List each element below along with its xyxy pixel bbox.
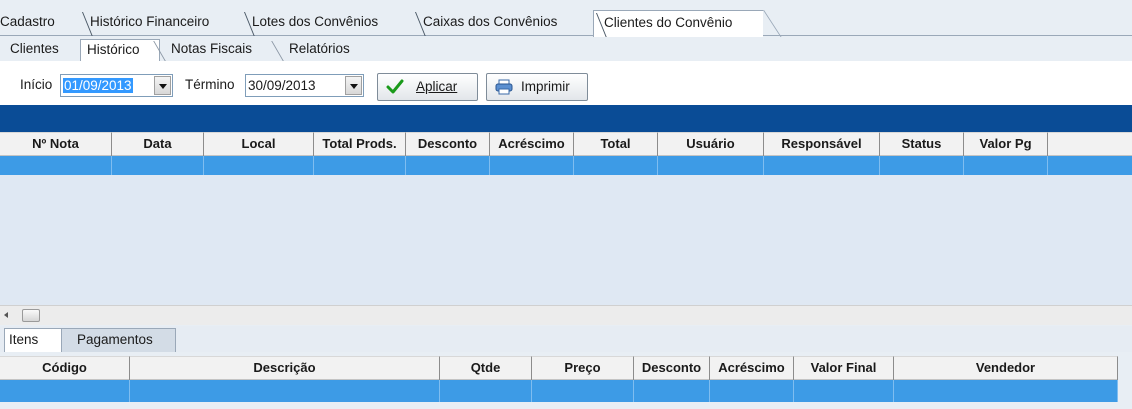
column-header[interactable]: Qtde <box>440 356 532 380</box>
table-cell[interactable] <box>964 156 1048 175</box>
tab-label: Cadastro <box>0 14 55 29</box>
subtab-separator <box>271 41 284 61</box>
tab-separator <box>80 10 90 36</box>
table-row[interactable] <box>0 380 1118 402</box>
tab-separator <box>413 10 423 36</box>
dropdown-arrow-icon[interactable] <box>154 76 171 95</box>
start-date-value: 01/09/2013 <box>63 78 133 93</box>
table-cell[interactable] <box>440 380 532 402</box>
end-date-label: Término <box>185 77 235 92</box>
table-cell[interactable] <box>794 380 894 402</box>
detail-tab-strip: Pagamentos Itens <box>0 326 1132 352</box>
table-cell[interactable] <box>634 380 710 402</box>
notes-table-header: Nº Nota Data Local Total Prods. Desconto… <box>0 132 1132 156</box>
column-header[interactable]: Código <box>0 356 130 380</box>
apply-button[interactable]: Aplicar <box>377 73 478 101</box>
column-header[interactable]: Local <box>204 132 314 156</box>
column-header[interactable]: Acréscimo <box>490 132 574 156</box>
column-header[interactable]: Desconto <box>634 356 710 380</box>
column-header[interactable]: Usuário <box>658 132 764 156</box>
subtab-label: Clientes <box>10 41 59 56</box>
column-header[interactable]: Total <box>574 132 658 156</box>
tab-separator <box>594 11 604 37</box>
subtab-notas-fiscais[interactable]: Notas Fiscais <box>153 39 253 61</box>
table-cell[interactable] <box>710 380 794 402</box>
tab-cadastro[interactable]: Cadastro <box>0 10 55 36</box>
tab-separator <box>242 10 252 36</box>
column-header[interactable]: Total Prods. <box>314 132 406 156</box>
table-cell[interactable] <box>574 156 658 175</box>
check-icon <box>386 79 404 94</box>
table-row[interactable] <box>0 156 1132 175</box>
main-tab-strip: Cadastro Histórico Financeiro Lotes dos … <box>0 10 1132 37</box>
subtab-label: Relatórios <box>289 41 350 56</box>
column-header[interactable]: Nº Nota <box>0 132 112 156</box>
table-cell[interactable] <box>490 156 574 175</box>
tab-itens[interactable]: Itens <box>4 328 62 352</box>
end-date-picker[interactable]: 30/09/2013 <box>245 74 364 97</box>
tab-edge <box>763 10 781 37</box>
subtab-relatorios[interactable]: Relatórios <box>271 39 350 61</box>
column-header[interactable]: Responsável <box>764 132 880 156</box>
column-header[interactable]: Status <box>880 132 964 156</box>
scroll-left-icon[interactable] <box>4 312 8 318</box>
start-date-label: Início <box>20 77 53 92</box>
scrollbar-thumb[interactable] <box>22 309 40 322</box>
grid-title-bar <box>0 105 1132 132</box>
table-cell[interactable] <box>204 156 314 175</box>
apply-label: Aplicar <box>416 79 458 94</box>
tab-lotes-convenios[interactable]: Lotes dos Convênios <box>242 10 378 36</box>
column-header[interactable]: Acréscimo <box>710 356 794 380</box>
table-cell[interactable] <box>764 156 880 175</box>
table-cell[interactable] <box>0 380 130 402</box>
table-cell[interactable] <box>406 156 490 175</box>
table-cell[interactable] <box>0 156 112 175</box>
table-cell[interactable] <box>658 156 764 175</box>
print-button[interactable]: Imprimir <box>486 73 588 101</box>
sub-tab-strip: Clientes Histórico Notas Fiscais Relatór… <box>0 37 1132 61</box>
table-cell[interactable] <box>532 380 634 402</box>
subtab-historico[interactable]: Histórico <box>80 39 160 61</box>
tab-label: Pagamentos <box>77 332 153 347</box>
subtab-label: Notas Fiscais <box>171 41 253 56</box>
tab-label: Histórico Financeiro <box>90 14 210 29</box>
tab-label: Clientes do Convênio <box>604 15 733 30</box>
printer-icon <box>495 79 513 95</box>
table-cell[interactable] <box>894 380 1118 402</box>
tab-label: Lotes dos Convênios <box>252 14 379 29</box>
column-header[interactable]: Data <box>112 132 204 156</box>
filter-toolbar: Início 01/09/2013 Término 30/09/2013 Apl… <box>0 61 1132 105</box>
column-header[interactable]: Valor Pg <box>964 132 1048 156</box>
tab-historico-financeiro[interactable]: Histórico Financeiro <box>80 10 209 36</box>
dropdown-arrow-icon[interactable] <box>345 76 362 95</box>
tab-pagamentos[interactable]: Pagamentos <box>54 328 176 352</box>
tab-label: Caixas dos Convênios <box>423 14 558 29</box>
column-header[interactable]: Descrição <box>130 356 440 380</box>
column-header[interactable]: Desconto <box>406 132 490 156</box>
items-table-header: Código Descrição Qtde Preço Desconto Acr… <box>0 356 1118 380</box>
print-label: Imprimir <box>521 79 570 94</box>
tab-label: Itens <box>9 332 39 347</box>
subtab-label: Histórico <box>87 42 140 57</box>
table-cell[interactable] <box>112 156 204 175</box>
notes-table-body <box>0 175 1132 305</box>
table-cell[interactable] <box>880 156 964 175</box>
column-header-filler <box>1048 132 1132 156</box>
subtab-clientes[interactable]: Clientes <box>4 39 59 61</box>
horizontal-scrollbar[interactable] <box>0 305 1132 325</box>
tab-caixas-convenios[interactable]: Caixas dos Convênios <box>413 10 557 36</box>
column-header[interactable]: Preço <box>532 356 634 380</box>
table-cell[interactable] <box>314 156 406 175</box>
column-header[interactable]: Vendedor <box>894 356 1118 380</box>
column-header[interactable]: Valor Final <box>794 356 894 380</box>
table-cell[interactable] <box>130 380 440 402</box>
tab-clientes-convenio[interactable]: Clientes do Convênio <box>593 10 763 37</box>
start-date-picker[interactable]: 01/09/2013 <box>60 74 173 97</box>
end-date-value: 30/09/2013 <box>248 78 316 93</box>
